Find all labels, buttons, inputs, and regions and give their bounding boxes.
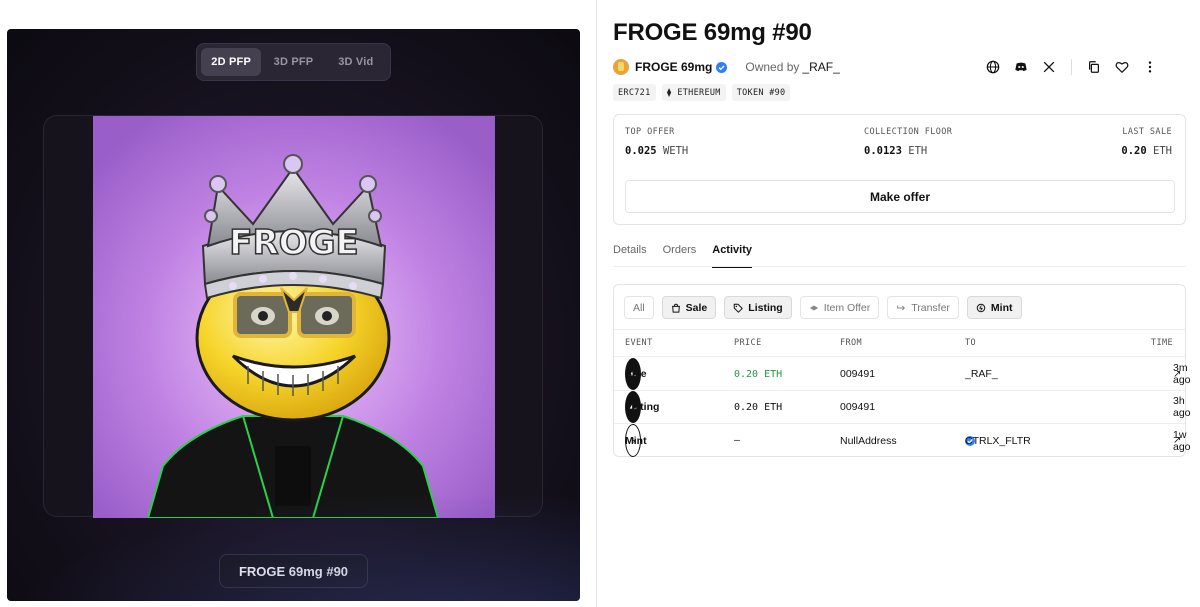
detail-tabs: Details Orders Activity xyxy=(613,244,752,268)
froge-artwork-illustration: FROGE xyxy=(93,116,495,518)
activity-table-header: EVENT PRICE FROM TO TIME xyxy=(614,329,1185,357)
token-standard-tag: ERC721 xyxy=(613,84,656,101)
filter-all[interactable]: All xyxy=(624,296,654,319)
filter-item-offer-label: Item Offer xyxy=(823,301,871,314)
token-tags: ERC721 ⧫ ETHEREUM TOKEN #90 xyxy=(613,84,791,101)
tabs-divider xyxy=(613,266,1186,267)
external-link-icon: ↗ xyxy=(1173,435,1182,446)
view-3d-vid-button[interactable]: 3D Vid xyxy=(326,48,386,76)
top-offer-value: 0.025 xyxy=(625,145,657,157)
last-sale-value-row: 0.20 ETH xyxy=(1121,145,1172,157)
view-mode-switch: 2D PFP 3D PFP 3D Vid xyxy=(196,43,391,81)
chain-tag: ⧫ ETHEREUM xyxy=(661,84,726,101)
tag-icon xyxy=(734,303,744,313)
artwork-name-label: FROGE 69mg #90 xyxy=(219,554,368,588)
to-cell[interactable]: _RAF_ xyxy=(965,358,998,390)
last-sale-label: LAST SALE xyxy=(1122,127,1172,137)
icon-divider xyxy=(1071,59,1072,75)
collection-floor-value: 0.0123 xyxy=(864,145,902,157)
price-cell: 0.20 ETH xyxy=(734,401,783,413)
price-stats-card: TOP OFFER 0.025 WETH COLLECTION FLOOR 0.… xyxy=(613,114,1186,225)
col-time: TIME xyxy=(1150,338,1173,348)
tab-details[interactable]: Details xyxy=(613,244,647,268)
token-id-tag: TOKEN #90 xyxy=(731,84,791,101)
header-actions xyxy=(979,58,1164,76)
verified-badge-icon xyxy=(716,61,728,73)
filter-transfer-label: Transfer xyxy=(911,301,950,314)
more-icon[interactable] xyxy=(1136,58,1164,76)
bag-icon xyxy=(671,303,680,313)
make-offer-button[interactable]: Make offer xyxy=(625,180,1175,213)
col-event: EVENT xyxy=(625,338,653,348)
event-label: Mint xyxy=(625,434,647,447)
nft-artwork-image[interactable]: FROGE xyxy=(93,116,495,518)
view-3d-pfp-button[interactable]: 3D PFP xyxy=(263,48,323,76)
top-offer-label: TOP OFFER xyxy=(625,127,675,137)
col-to: TO xyxy=(965,338,977,348)
activity-panel: All Sale Listing Item Offer Transfer Min… xyxy=(613,284,1191,457)
price-cell: 0.20 ETH xyxy=(734,368,783,380)
transfer-arrow-icon xyxy=(897,305,906,310)
table-row[interactable]: Sale 0.20 ETH 009491 _RAF_ 3m ago ↗ xyxy=(614,358,1191,391)
filter-listing[interactable]: Listing xyxy=(724,296,792,319)
x-icon[interactable] xyxy=(1035,58,1063,76)
to-label: CTRLX_FLTR xyxy=(965,434,1031,447)
filter-mint-label: Mint xyxy=(990,301,1013,314)
owned-by-label: Owned by xyxy=(745,60,800,74)
event-label: Listing xyxy=(625,401,660,413)
table-row[interactable]: Listing 0.20 ETH 009491 3h ago xyxy=(614,391,1191,424)
activity-filters: All Sale Listing Item Offer Transfer Min… xyxy=(624,296,1022,319)
filter-sale-label: Sale xyxy=(685,301,708,314)
collection-owner-row: FROGE 69mg Owned by _RAF_ xyxy=(613,58,840,76)
nft-item-page: 2D PFP 3D PFP 3D Vid FROGE FROGE 69mg #9… xyxy=(0,0,1200,607)
external-link-icon: ↗ xyxy=(1173,368,1182,380)
artwork-frame: FROGE xyxy=(43,115,543,518)
from-cell[interactable]: NullAddress xyxy=(840,424,897,457)
tab-activity[interactable]: Activity xyxy=(712,244,752,268)
media-viewer: 2D PFP 3D PFP 3D Vid FROGE FROGE 69mg #9… xyxy=(7,29,580,601)
copy-icon[interactable] xyxy=(1080,58,1108,76)
heart-icon[interactable] xyxy=(1108,58,1136,76)
from-cell[interactable]: 009491 xyxy=(840,358,875,390)
offer-icon xyxy=(809,305,818,310)
tab-orders[interactable]: Orders xyxy=(663,244,697,268)
filter-all-label: All xyxy=(633,301,645,314)
price-cell: – xyxy=(734,435,741,446)
event-label: Sale xyxy=(625,368,647,380)
owner-link[interactable]: _RAF_ xyxy=(802,60,839,74)
collection-floor-value-row: 0.0123 ETH xyxy=(864,145,952,157)
globe-icon[interactable] xyxy=(979,58,1007,76)
last-sale-value: 0.20 xyxy=(1121,145,1147,157)
discord-icon[interactable] xyxy=(1007,58,1035,76)
table-row[interactable]: Mint – NullAddress CTRLX_FLTR 1w ago ↗ xyxy=(614,424,1191,457)
collection-avatar xyxy=(613,59,629,75)
time-label: 3h ago xyxy=(1173,395,1191,419)
mint-icon xyxy=(976,303,986,312)
last-sale-unit: ETH xyxy=(1153,145,1172,157)
top-offer-stat: TOP OFFER 0.025 WETH xyxy=(625,127,688,157)
filter-listing-label: Listing xyxy=(748,301,783,314)
collection-floor-unit: ETH xyxy=(908,145,928,157)
page-title: FROGE 69mg #90 xyxy=(613,19,812,46)
to-cell[interactable]: CTRLX_FLTR xyxy=(965,424,1031,457)
filter-mint[interactable]: Mint xyxy=(966,296,1022,319)
collection-floor-label: COLLECTION FLOOR xyxy=(864,127,953,137)
top-offer-unit: WETH xyxy=(662,145,689,157)
collection-link[interactable]: FROGE 69mg xyxy=(635,60,712,74)
view-2d-pfp-button[interactable]: 2D PFP xyxy=(201,48,262,76)
filter-sale[interactable]: Sale xyxy=(661,296,717,319)
panel-divider xyxy=(596,0,597,607)
filter-item-offer[interactable]: Item Offer xyxy=(799,296,880,319)
filter-transfer[interactable]: Transfer xyxy=(887,296,959,319)
col-from: FROM xyxy=(840,338,863,348)
top-offer-value-row: 0.025 WETH xyxy=(625,145,688,157)
col-price: PRICE xyxy=(734,338,762,348)
crown-text: FROGE xyxy=(229,223,358,263)
last-sale-stat: LAST SALE 0.20 ETH xyxy=(1121,127,1172,157)
collection-floor-stat: COLLECTION FLOOR 0.0123 ETH xyxy=(864,127,952,157)
from-cell[interactable]: 009491 xyxy=(840,391,875,423)
